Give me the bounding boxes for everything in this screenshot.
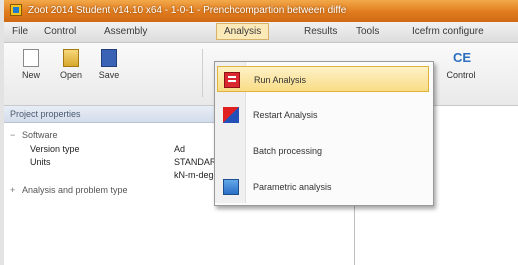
menu-analysis[interactable]: Analysis: [216, 23, 270, 40]
control-icon: CE: [453, 50, 472, 65]
parametric-analysis-icon: [223, 179, 239, 195]
menu-bar: File Control Assembly Analysis Results T…: [4, 22, 518, 43]
menu-item-label: Run Analysis: [254, 75, 307, 85]
menu-results[interactable]: Results: [304, 26, 337, 37]
section-title: Software: [22, 130, 58, 140]
menu-item-label: Parametric analysis: [253, 182, 332, 192]
menu-assembly[interactable]: Assembly: [104, 26, 147, 37]
menu-item-run-analysis[interactable]: Run Analysis: [217, 66, 429, 92]
section-title: Analysis and problem type: [22, 185, 128, 195]
analysis-dropdown-menu: Run Analysis Restart Analysis Batch proc…: [214, 61, 434, 206]
menu-tools[interactable]: Tools: [356, 26, 379, 37]
new-button[interactable]: New: [16, 49, 46, 80]
ribbon-separator: [202, 49, 203, 97]
app-window: Zoot 2014 Student v14.10 x64 - 1-0-1 - P…: [0, 0, 518, 265]
menu-control[interactable]: Control: [44, 26, 76, 37]
window-title: Zoot 2014 Student v14.10 x64 - 1-0-1 - P…: [28, 5, 347, 16]
menu-item-label: Restart Analysis: [253, 110, 318, 120]
menu-item-parametric-analysis[interactable]: Parametric analysis: [217, 174, 429, 200]
open-button-label: Open: [59, 70, 83, 80]
new-file-icon: [23, 49, 39, 67]
app-logo-icon: [10, 4, 22, 16]
menu-item-restart-analysis[interactable]: Restart Analysis: [217, 102, 429, 128]
run-analysis-icon: [224, 72, 240, 88]
expand-toggle-icon[interactable]: +: [10, 185, 15, 195]
save-disk-icon: [101, 49, 117, 67]
save-button[interactable]: Save: [94, 49, 124, 80]
open-button[interactable]: Open: [56, 49, 86, 80]
save-button-label: Save: [98, 70, 120, 80]
menu-file[interactable]: File: [12, 26, 28, 37]
property-key: Version type: [30, 144, 80, 154]
property-key: Units: [30, 157, 51, 167]
title-bar: Zoot 2014 Student v14.10 x64 - 1-0-1 - P…: [4, 0, 518, 22]
panel-title: Project properties: [10, 109, 81, 119]
collapse-toggle-icon[interactable]: −: [10, 130, 15, 140]
menu-item-batch-processing[interactable]: Batch processing: [217, 138, 429, 164]
open-folder-icon: [63, 49, 79, 67]
property-value: Ad: [174, 144, 186, 154]
restart-analysis-icon: [223, 107, 239, 123]
new-button-label: New: [21, 70, 40, 80]
control-button[interactable]: CE Control: [440, 49, 482, 80]
menu-configure[interactable]: Icefrm configure: [412, 26, 484, 37]
menu-item-label: Batch processing: [253, 146, 323, 156]
control-button-label: Control: [446, 70, 476, 80]
